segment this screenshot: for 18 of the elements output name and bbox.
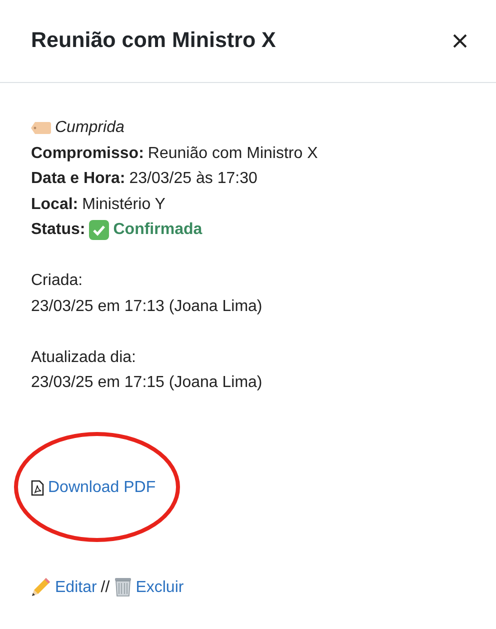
- download-pdf-link[interactable]: Download PDF: [31, 475, 156, 500]
- field-value: Reunião com Ministro X: [148, 144, 318, 164]
- field-label: Status:: [31, 220, 86, 240]
- separator: //: [100, 578, 110, 598]
- dialog-title: Reunião com Ministro X: [31, 28, 276, 54]
- history-value: 23/03/25 em 17:13 (Joana Lima): [31, 296, 264, 316]
- field-value: 23/03/25 às 17:30: [129, 169, 258, 189]
- history-label: Atualizada dia:: [31, 348, 137, 368]
- field-label: Local:: [31, 194, 78, 214]
- edit-link[interactable]: Editar: [55, 574, 97, 600]
- field-label: Compromisso:: [31, 144, 144, 164]
- status-value: Confirmada: [113, 220, 202, 240]
- delete-link[interactable]: Excluir: [136, 574, 184, 600]
- field-value: Ministério Y: [82, 194, 166, 214]
- history-label: Criada:: [31, 271, 84, 291]
- tag-label: Cumprida: [55, 118, 124, 138]
- history-value: 23/03/25 em 17:15 (Joana Lima): [31, 373, 264, 393]
- field-label: Data e Hora:: [31, 169, 126, 189]
